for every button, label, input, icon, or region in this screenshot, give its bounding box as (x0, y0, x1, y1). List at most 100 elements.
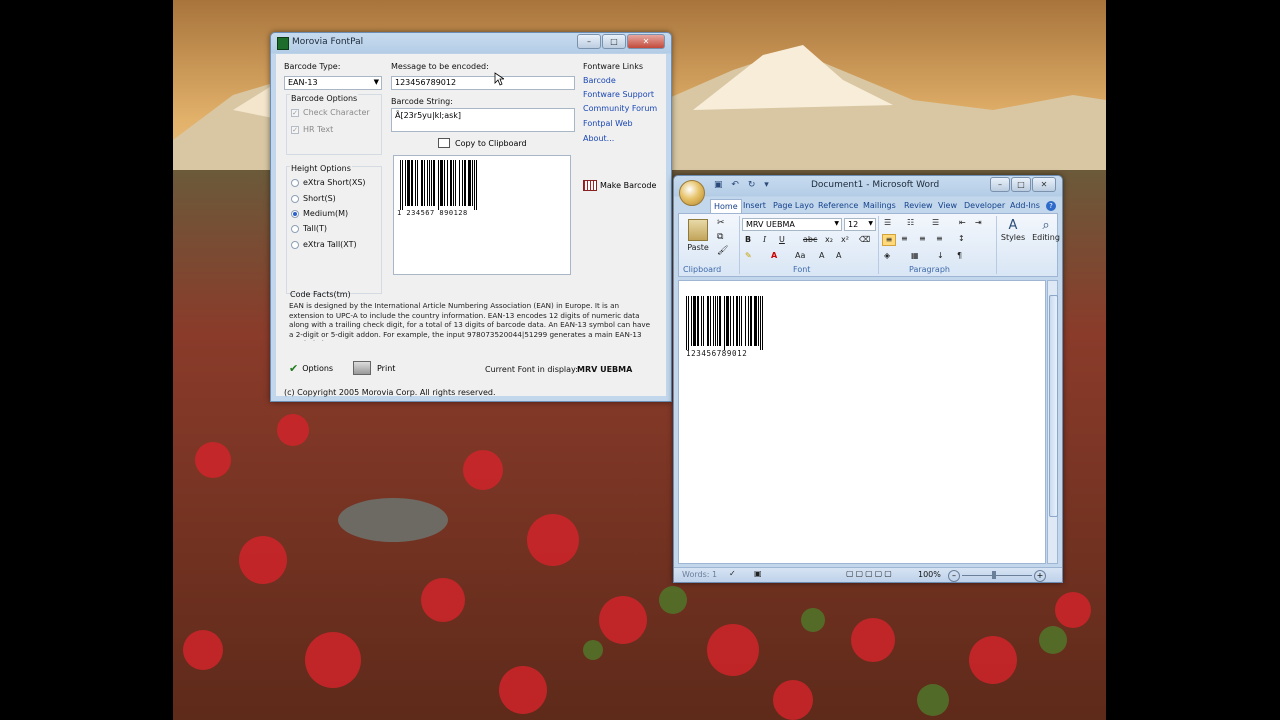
line-spacing-icon[interactable]: ↕ (958, 234, 965, 243)
tab-add-ins[interactable]: Add-Ins (1007, 199, 1043, 212)
message-label: Message to be encoded: (391, 62, 489, 71)
redo-icon[interactable]: ↻ (748, 180, 756, 190)
word-maximize-button[interactable]: □ (1011, 177, 1031, 192)
proofing-icon[interactable]: ✓ (729, 569, 736, 578)
ribbon-divider (878, 216, 879, 274)
vertical-scrollbar[interactable] (1047, 280, 1058, 564)
subscript-button[interactable]: x₂ (825, 235, 833, 244)
document-canvas[interactable]: 123456789012 (678, 280, 1046, 564)
cut-icon[interactable]: ✂ (717, 218, 725, 228)
preview-barcode-bars (400, 160, 477, 210)
superscript-button[interactable]: x² (841, 235, 849, 244)
office-button[interactable] (679, 180, 705, 206)
tab-home[interactable]: Home (710, 199, 742, 213)
zoom-out-icon[interactable]: – (948, 570, 960, 582)
close-button[interactable]: ✕ (627, 34, 665, 49)
zoom-in-icon[interactable]: + (1034, 570, 1046, 582)
undo-icon[interactable]: ↶ (731, 180, 739, 190)
tab-view[interactable]: View (935, 199, 960, 212)
bold-button[interactable]: B (745, 235, 751, 244)
hr-text-label: HR Text (303, 125, 334, 134)
increase-indent-icon[interactable]: ⇥ (975, 218, 982, 227)
align-right-icon[interactable]: ≡ (919, 234, 926, 243)
tab-mailings[interactable]: Mailings (860, 199, 899, 212)
message-input[interactable]: 123456789012 (391, 76, 575, 90)
highlight-icon[interactable]: ✎ (745, 251, 752, 260)
italic-button[interactable]: I (763, 235, 766, 244)
font-size-field[interactable]: 12 ▼ (844, 218, 876, 231)
borders-icon[interactable]: ▦ (911, 251, 919, 260)
customize-toolbar-icon[interactable]: ▾ (764, 180, 769, 190)
numbering-icon[interactable]: ☷ (907, 218, 914, 227)
tab-developer[interactable]: Developer (961, 199, 1008, 212)
word-titlebar[interactable]: ▣ ↶ ↻ ▾ Document1 - Microsoft Word – □ ✕ (674, 176, 1062, 206)
radio-extra-tall[interactable] (291, 241, 299, 249)
shading-icon[interactable]: ◈ (884, 251, 890, 260)
zoom-level[interactable]: 100% (918, 570, 941, 579)
copyright-text: (c) Copyright 2005 Morovia Corp. All rig… (284, 388, 496, 397)
link-barcode[interactable]: Barcode (583, 76, 616, 85)
word-count[interactable]: Words: 1 (682, 570, 717, 579)
radio-extra-short[interactable] (291, 179, 299, 187)
zoom-slider-track[interactable] (962, 575, 1032, 576)
align-left-icon[interactable]: ≡ (882, 234, 896, 246)
underline-button[interactable]: U (779, 235, 785, 244)
status-bar: Words: 1 ✓ ▣ ▢▢▢▢▢ 100% – + (674, 567, 1062, 582)
barcode-string-field[interactable]: Ã[23r5yu|kl;ask] (391, 108, 575, 132)
link-fontware-support[interactable]: Fontware Support (583, 90, 654, 99)
justify-icon[interactable]: ≡ (936, 234, 943, 243)
copy-clipboard-label: Copy to Clipboard (455, 138, 527, 148)
shrink-font-button[interactable]: A (836, 251, 841, 260)
font-color-button[interactable]: A (771, 251, 777, 260)
word-minimize-button[interactable]: – (990, 177, 1010, 192)
zoom-slider-thumb[interactable] (992, 571, 996, 579)
check-character-checkbox[interactable]: ✓ (291, 109, 299, 117)
help-icon[interactable]: ? (1046, 201, 1056, 211)
radio-tall[interactable] (291, 225, 299, 233)
preview-barcode-digits: 1 234567 890128 (397, 209, 468, 217)
print-button[interactable]: Print (353, 361, 395, 375)
view-buttons[interactable]: ▢▢▢▢▢ (846, 569, 894, 578)
radio-medium[interactable] (291, 210, 299, 218)
format-painter-icon[interactable]: 🖌 (717, 246, 728, 256)
styles-button[interactable]: A Styles (999, 218, 1027, 242)
show-marks-icon[interactable]: ¶ (957, 251, 962, 260)
minimize-button[interactable]: – (577, 34, 601, 49)
make-barcode-button[interactable]: Make Barcode (583, 180, 656, 191)
fontpal-titlebar[interactable]: Morovia FontPal – □ ✕ (271, 33, 671, 53)
strikethrough-button[interactable]: abc (803, 235, 817, 244)
copy-clipboard-button[interactable]: Copy to Clipboard (438, 138, 527, 148)
link-community-forum[interactable]: Community Forum (583, 104, 657, 113)
message-value: 123456789012 (395, 78, 457, 87)
font-name-field[interactable]: MRV UEBMA ▼ (742, 218, 842, 231)
multilevel-list-icon[interactable]: ☰ (932, 218, 939, 227)
barcode-type-select[interactable]: EAN-13 ▼ (284, 76, 382, 90)
styles-icon: A (1008, 218, 1018, 233)
word-close-button[interactable]: ✕ (1032, 177, 1056, 192)
tab-insert[interactable]: Insert (740, 199, 769, 212)
maximize-button[interactable]: □ (602, 34, 626, 49)
radio-short[interactable] (291, 195, 299, 203)
sort-icon[interactable]: ↓ (937, 251, 944, 260)
font-size-value: 12 (848, 220, 859, 229)
options-button[interactable]: ✔ Options (289, 362, 333, 375)
bullets-icon[interactable]: ☰ (884, 218, 891, 227)
macro-icon[interactable]: ▣ (754, 569, 762, 578)
decrease-indent-icon[interactable]: ⇤ (959, 218, 966, 227)
clear-format-icon[interactable]: ⌫ (859, 235, 870, 244)
scrollbar-thumb[interactable] (1049, 295, 1058, 517)
tab-references[interactable]: Reference (815, 199, 861, 212)
link-fontpal-web[interactable]: Fontpal Web (583, 119, 633, 128)
grow-font-button[interactable]: A (819, 251, 824, 260)
align-center-icon[interactable]: ≡ (901, 234, 908, 243)
hr-text-checkbox[interactable]: ✓ (291, 126, 299, 134)
change-case-button[interactable]: Aa (795, 251, 805, 260)
link-about[interactable]: About... (583, 134, 614, 143)
tab-review[interactable]: Review (901, 199, 936, 212)
tab-page-layout[interactable]: Page Layo (770, 199, 817, 212)
editing-button[interactable]: ⌕ Editing (1031, 218, 1061, 242)
check-character-label: Check Character (303, 108, 370, 117)
copy-icon[interactable]: ⧉ (717, 232, 723, 242)
save-icon[interactable]: ▣ (714, 180, 723, 190)
paste-button[interactable]: Paste (683, 217, 713, 261)
